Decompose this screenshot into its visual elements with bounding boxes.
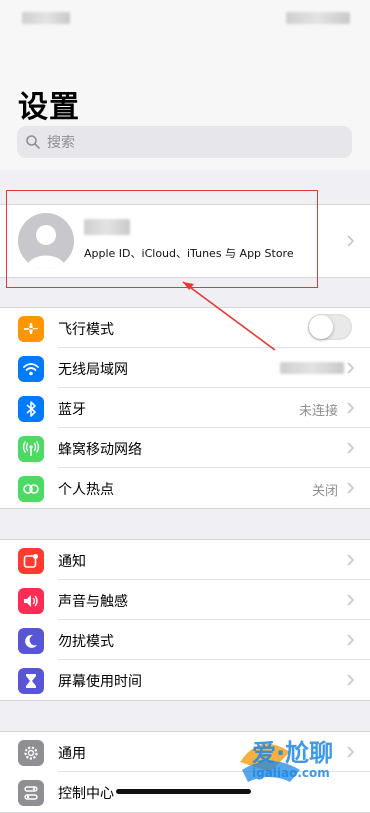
- chevron-right-icon: [347, 634, 354, 646]
- do-not-disturb-row[interactable]: 勿扰模式: [0, 620, 370, 660]
- row-label: 蓝牙: [58, 402, 86, 418]
- status-bar: [0, 0, 370, 40]
- page-title: 设置: [18, 90, 80, 125]
- bluetooth-row[interactable]: 蓝牙 未连接: [0, 388, 370, 428]
- row-label: 通用: [58, 746, 86, 762]
- toggle-knob: [309, 315, 333, 339]
- hotspot-row[interactable]: 个人热点 关闭: [0, 468, 370, 508]
- chevron-right-icon: [347, 235, 354, 247]
- chevron-right-icon: [347, 402, 354, 414]
- cellular-icon: [18, 436, 44, 462]
- row-label: 飞行模式: [58, 322, 114, 338]
- sound-icon: [18, 588, 44, 614]
- row-value: 未连接: [298, 404, 338, 419]
- row-label: 勿扰模式: [58, 634, 114, 650]
- wifi-row[interactable]: 无线局域网: [0, 348, 370, 388]
- status-icons-blurred: [286, 12, 350, 24]
- connectivity-group: 飞行模式 无线局域网 蓝牙 未连接 蜂窝移动网络 个人热点 关闭: [0, 307, 370, 509]
- row-label: 控制中心: [58, 786, 114, 802]
- annotation-box: [6, 190, 318, 288]
- chevron-right-icon: [347, 362, 354, 374]
- watermark-text: 爱·尬聊: [252, 739, 334, 767]
- control-center-icon: [18, 780, 44, 806]
- cellular-row[interactable]: 蜂窝移动网络: [0, 428, 370, 468]
- notifications-group: 通知 声音与触感 勿扰模式 屏幕使用时间: [0, 539, 370, 701]
- moon-icon: [18, 628, 44, 654]
- chevron-right-icon: [347, 442, 354, 454]
- screen-time-row[interactable]: 屏幕使用时间: [0, 660, 370, 700]
- row-label: 蜂窝移动网络: [58, 442, 142, 458]
- airplane-mode-toggle[interactable]: [308, 314, 352, 340]
- hotspot-icon: [18, 476, 44, 502]
- header: 设置 搜索: [0, 40, 370, 170]
- chevron-right-icon: [347, 674, 354, 686]
- search-field[interactable]: 搜索: [17, 126, 352, 158]
- search-placeholder: 搜索: [47, 135, 75, 151]
- wifi-network-blurred: [280, 362, 344, 374]
- wifi-icon: [18, 356, 44, 382]
- row-label: 通知: [58, 554, 86, 570]
- chevron-right-icon: [347, 594, 354, 606]
- notifications-icon: [18, 548, 44, 574]
- row-label: 无线局域网: [58, 362, 128, 378]
- row-label: 屏幕使用时间: [58, 674, 142, 690]
- airplane-icon: [18, 316, 44, 342]
- status-time-blurred: [22, 12, 70, 24]
- search-icon: [26, 135, 40, 149]
- row-value: 关闭: [311, 484, 338, 499]
- airplane-mode-row[interactable]: 飞行模式: [0, 308, 370, 348]
- row-label: 个人热点: [58, 482, 114, 498]
- watermark-url: igaliao.com: [252, 766, 330, 780]
- gear-icon: [18, 740, 44, 766]
- hourglass-icon: [18, 668, 44, 694]
- chevron-right-icon: [347, 482, 354, 494]
- row-label: 声音与触感: [58, 594, 128, 610]
- bluetooth-icon: [18, 396, 44, 422]
- notifications-row[interactable]: 通知: [0, 540, 370, 580]
- chevron-right-icon: [347, 554, 354, 566]
- sound-row[interactable]: 声音与触感: [0, 580, 370, 620]
